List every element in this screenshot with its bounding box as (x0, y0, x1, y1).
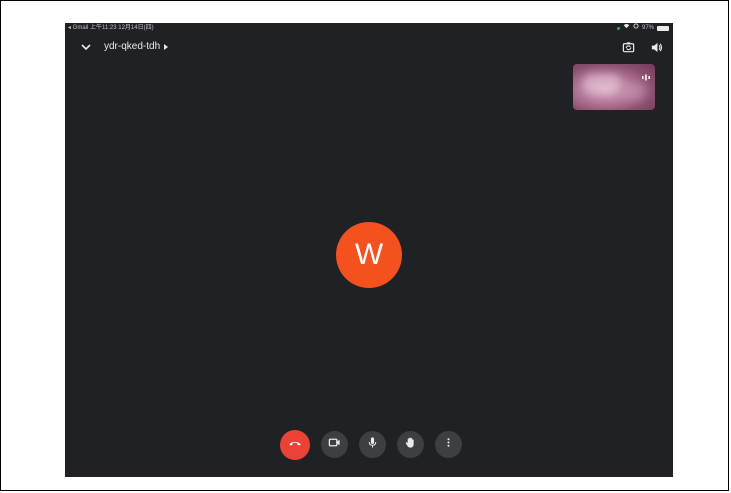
caret-right-icon (164, 44, 169, 50)
chevron-down-icon[interactable] (79, 40, 93, 54)
meeting-code: ydr-qked-tdh (104, 41, 161, 52)
more-options-button[interactable] (435, 431, 462, 458)
camera-toggle-button[interactable] (321, 431, 348, 458)
meet-call-screen: ◂ Gmail 上午11:23 12月14日(四) 97% ydr-qked-t… (65, 23, 673, 477)
status-bar: ◂ Gmail 上午11:23 12月14日(四) 97% (65, 23, 673, 33)
participant-initial: W (354, 238, 384, 271)
status-right: 97% (616, 23, 669, 33)
battery-icon (657, 25, 669, 31)
self-view-video-blur (619, 84, 645, 100)
microphone-toggle-button[interactable] (359, 431, 386, 458)
hand-icon (404, 436, 417, 454)
participant-avatar: W (336, 222, 402, 288)
self-view-tile[interactable] (573, 64, 655, 110)
wifi-icon (623, 23, 630, 33)
call-header: ydr-qked-tdh (65, 37, 673, 59)
speaker-icon[interactable] (650, 41, 663, 54)
rotation-lock-icon (633, 23, 639, 33)
video-camera-icon (328, 436, 341, 454)
hangup-button[interactable] (280, 430, 310, 460)
mic-indicator-icon (616, 26, 620, 30)
raise-hand-button[interactable] (397, 431, 424, 458)
audio-level-icon (641, 68, 651, 81)
phone-hangup-icon (288, 436, 302, 455)
meeting-code-button[interactable]: ydr-qked-tdh (104, 41, 169, 53)
more-vertical-icon (442, 436, 455, 454)
camera-switch-icon[interactable] (622, 41, 635, 54)
self-view-video (583, 74, 621, 94)
status-left-text: ◂ Gmail 上午11:23 12月14日(四) (68, 25, 154, 31)
screenshot-frame: ◂ Gmail 上午11:23 12月14日(四) 97% ydr-qked-t… (0, 0, 729, 491)
battery-percent: 97% (641, 25, 654, 31)
microphone-icon (366, 436, 379, 454)
call-controls (280, 430, 462, 460)
